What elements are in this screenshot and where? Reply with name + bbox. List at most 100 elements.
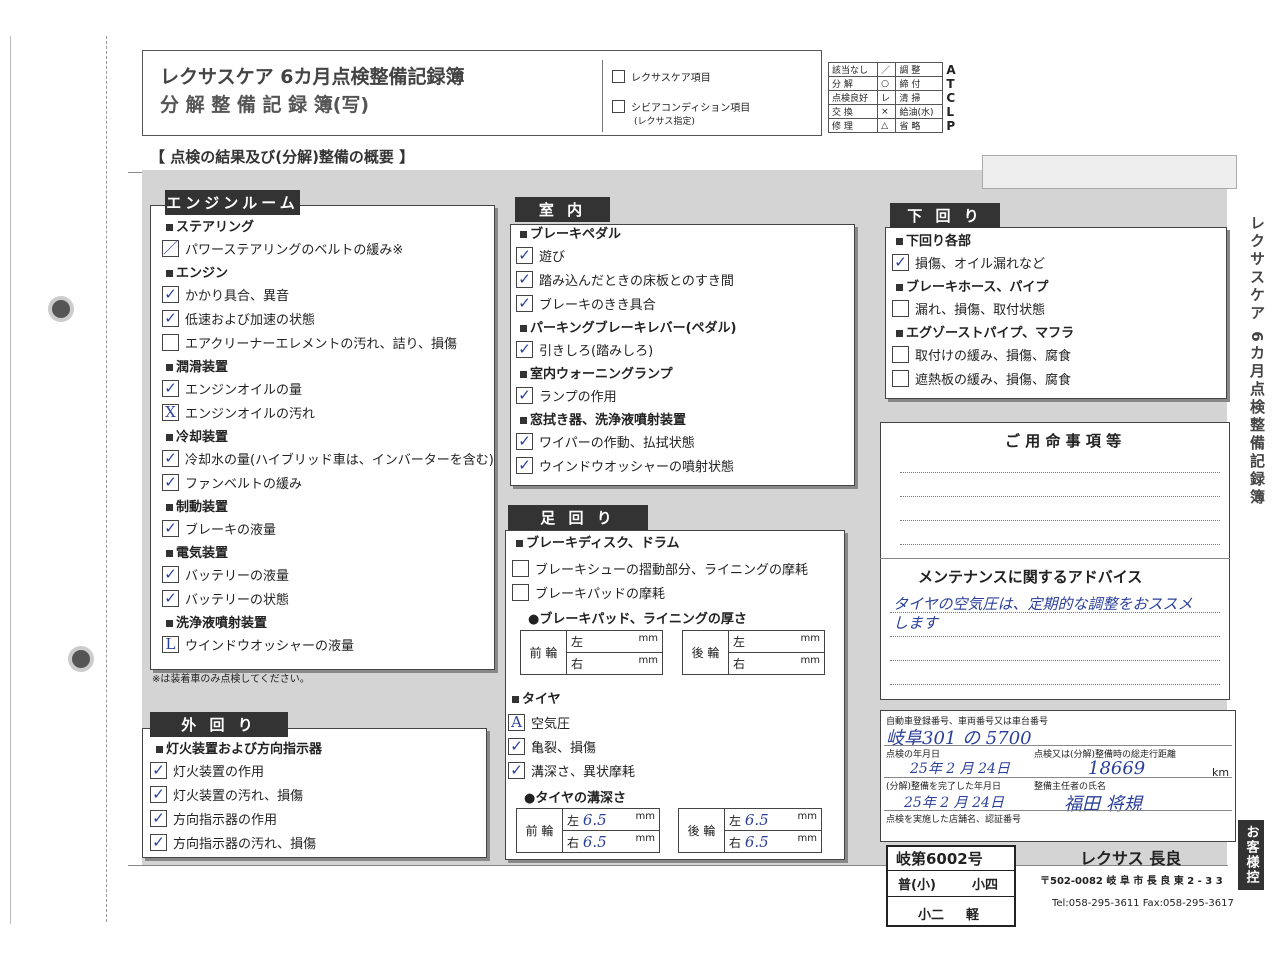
group-heading: パーキングブレーキレバー(ペダル) [520, 317, 737, 336]
legend-symbol: ○ [877, 76, 897, 91]
front-label: 前 輪 [520, 630, 567, 675]
checkbox-icon[interactable] [512, 559, 529, 577]
tread-title: ●タイヤの溝深さ [524, 791, 626, 806]
item-label: 取付けの緩み、損傷、腐食 [915, 348, 1072, 364]
item-label: バッテリーの状態 [185, 592, 290, 608]
checkbox-icon[interactable]: ✓ [150, 809, 167, 827]
check-item: ✓ バッテリーの液量 [162, 564, 289, 584]
checkbox-icon[interactable]: ✓ [892, 253, 909, 271]
legend-label: 調 整 [895, 62, 944, 77]
group-heading: 電気装置 [166, 542, 228, 561]
group-heading: ブレーキペダル [520, 223, 621, 242]
checkbox-icon[interactable]: ✓ [150, 761, 167, 779]
checkbox-icon[interactable] [512, 583, 529, 601]
checkbox-icon[interactable] [892, 369, 909, 387]
checkbox-icon[interactable]: ✓ [508, 737, 525, 755]
check-item: ✓ バッテリーの状態 [162, 588, 289, 608]
group-heading: ステアリング [166, 216, 254, 235]
checkbox-icon[interactable]: ✓ [162, 589, 179, 607]
item-label: ファンベルトの緩み [185, 476, 303, 492]
item-label: 方向指示器の作用 [173, 812, 278, 828]
checkbox-icon[interactable]: A [508, 713, 525, 731]
maint-label: (分解)整備を完了した年月日 [886, 782, 1002, 792]
lexus-care-item-key: レクサスケア項目 [612, 66, 711, 86]
left-text: 左 [733, 635, 746, 649]
checkbox-icon[interactable]: ✓ [162, 519, 179, 537]
binding-hole-top [52, 300, 70, 318]
severe-condition-key: シビアコンディション項目 [612, 96, 750, 116]
legend-code: L [946, 104, 954, 119]
checkbox-icon[interactable]: ✓ [162, 449, 179, 467]
shop-address: 〒502-0082 岐 阜 市 長 良 東 2 - 3 3 [1040, 876, 1223, 887]
checkbox-icon[interactable]: ✓ [162, 379, 179, 397]
group-label: ブレーキホース、パイプ [906, 280, 1049, 295]
checkbox-icon[interactable]: ✓ [516, 432, 533, 450]
cert-rule [888, 870, 1014, 871]
notes-line [890, 636, 1220, 637]
right-text: 右 [733, 657, 746, 671]
checkbox-icon[interactable]: ✓ [162, 473, 179, 491]
checkbox-icon[interactable] [892, 345, 909, 363]
form-subtitle: 分 解 整 備 記 録 簿(写) [160, 94, 370, 116]
notes-line [900, 520, 1220, 521]
checkbox-icon[interactable]: ✓ [162, 565, 179, 583]
check-item: ✓ 損傷、オイル漏れなど [892, 252, 1045, 272]
legend-symbol: × [877, 104, 897, 119]
check-item: X エンジンオイルの汚れ [162, 402, 315, 422]
checkbox-icon[interactable]: ✓ [162, 309, 179, 327]
group-label: ブレーキディスク、ドラム [526, 536, 680, 551]
group-label: エンジン [176, 266, 229, 281]
checkbox-icon[interactable]: ✓ [516, 340, 533, 358]
form-title: レクサスケア 6カ月点検整備記録簿 [160, 66, 465, 88]
chassis-title: 足 回 り [508, 505, 648, 530]
check-item: ✓ 方向指示器の汚れ、損傷 [150, 832, 316, 852]
exterior-group: 灯火装置および方向指示器 [156, 738, 322, 757]
tire-group: タイヤ [512, 688, 561, 707]
checkbox-icon[interactable]: ✓ [516, 386, 533, 404]
notes-box [880, 422, 1230, 700]
item-label: 方向指示器の汚れ、損傷 [173, 836, 317, 852]
shop-label: 点検を実施した店舗名、認証番号 [886, 815, 1022, 825]
check-item: ✓ ワイパーの作動、払拭状態 [516, 431, 695, 451]
notes-line [900, 496, 1220, 497]
checkbox-icon[interactable]: ✓ [508, 761, 525, 779]
item-label: 踏み込んだときの床板とのすき間 [539, 273, 734, 289]
item-label: エアクリーナーエレメントの汚れ、詰り、損傷 [185, 336, 457, 352]
bullet-icon [156, 746, 163, 753]
engine-room-title: エンジンルーム [165, 190, 300, 215]
checkbox-icon[interactable]: X [162, 403, 179, 421]
cert-line3a: 小二 [918, 908, 945, 923]
legend-code: C [946, 90, 956, 105]
checkbox-icon[interactable]: ✓ [162, 285, 179, 303]
checkbox-icon[interactable]: ✓ [516, 294, 533, 312]
checkbox-icon[interactable]: ✓ [150, 785, 167, 803]
right-cell: 右 6.5 mm [724, 830, 822, 853]
item-label: 低速および加速の状態 [185, 312, 316, 328]
bullet-icon [166, 620, 173, 627]
key-label: レクサスケア項目 [631, 72, 711, 84]
legend-label: 点検良好 [827, 90, 879, 105]
advice-text-line1: タイヤの空気圧は、定期的な調整をおススメ [893, 595, 1193, 613]
item-label: 引きしろ(踏みしろ) [539, 343, 654, 359]
check-item: ／ パワーステアリングのベルトの緩み※ [162, 238, 403, 258]
group-heading: 潤滑装置 [166, 356, 228, 375]
bullet-icon [516, 540, 523, 547]
check-item: ✓ ファンベルトの緩み [162, 472, 302, 492]
check-item: ブレーキシューの摺動部分、ライニングの摩耗 [512, 558, 808, 578]
checkbox-icon[interactable]: ✓ [516, 270, 533, 288]
checkbox-icon[interactable]: L [162, 635, 179, 653]
checkbox-icon[interactable]: ✓ [150, 833, 167, 851]
shop-phone: Tel:058-295-3611 Fax:058-295-3617 [1052, 898, 1234, 909]
checkbox-icon[interactable]: ✓ [516, 456, 533, 474]
checkbox-icon[interactable] [162, 333, 179, 351]
bullet-icon [166, 434, 173, 441]
checkbox-icon[interactable]: ／ [162, 239, 179, 257]
key-label: シビアコンディション項目 [631, 102, 751, 114]
group-label: エグゾーストパイプ、マフラ [906, 326, 1075, 341]
group-label: 窓拭き器、洗浄液噴射装置 [530, 413, 687, 428]
item-label: 遮熱板の緩み、損傷、腐食 [915, 372, 1072, 388]
checkbox-icon[interactable]: ✓ [516, 246, 533, 264]
legend-label: 交 換 [827, 104, 879, 119]
checkbox-icon[interactable] [892, 299, 909, 317]
exterior-title: 外 回 り [150, 712, 288, 737]
